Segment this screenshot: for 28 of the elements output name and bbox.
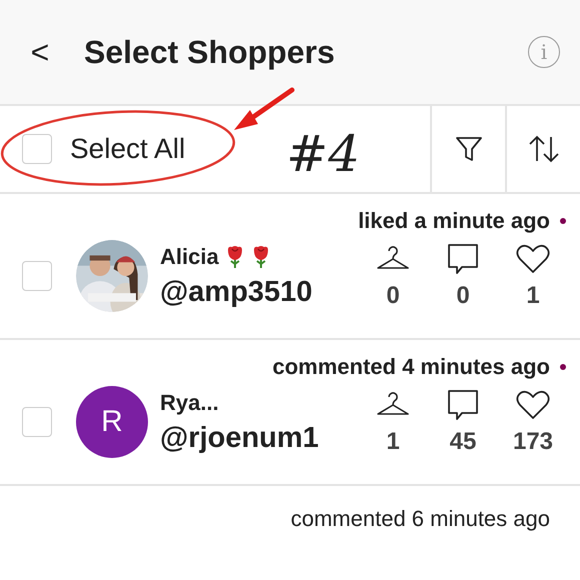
likes-count: 1 [526,282,540,310]
select-all-checkbox[interactable] [22,134,52,164]
shopper-checkbox[interactable] [22,407,52,437]
back-button[interactable]: < [20,34,60,70]
likes-count: 173 [512,428,554,456]
shopper-handle[interactable]: @amp3510 [160,276,358,308]
sort-icon [528,134,560,164]
heart-icon [515,242,551,276]
shopper-name: Alicia [160,244,219,270]
activity-text: commented 4 minutes ago [272,354,550,380]
comment-icon [445,388,481,422]
activity-text: commented 6 minutes ago [290,506,550,532]
annotation-text: #4 [286,125,360,183]
heart-icon [515,388,551,422]
listings-count: 0 [386,282,400,310]
shopper-checkbox[interactable] [22,261,52,291]
comments-count: 45 [450,428,476,456]
comment-icon [445,242,481,276]
shopper-handle[interactable]: @rjoenum1 [160,422,358,454]
activity-text: liked a minute ago [358,208,550,234]
avatar-initial: R [76,386,148,458]
comments-count: 0 [456,282,470,310]
shopper-name: Rya... [160,390,219,416]
listings-count: 1 [386,428,400,456]
select-all-label[interactable]: Select All [70,133,186,165]
page-title: Select Shoppers [84,34,336,70]
annotation-arrow [234,88,294,130]
filter-icon [454,134,484,164]
